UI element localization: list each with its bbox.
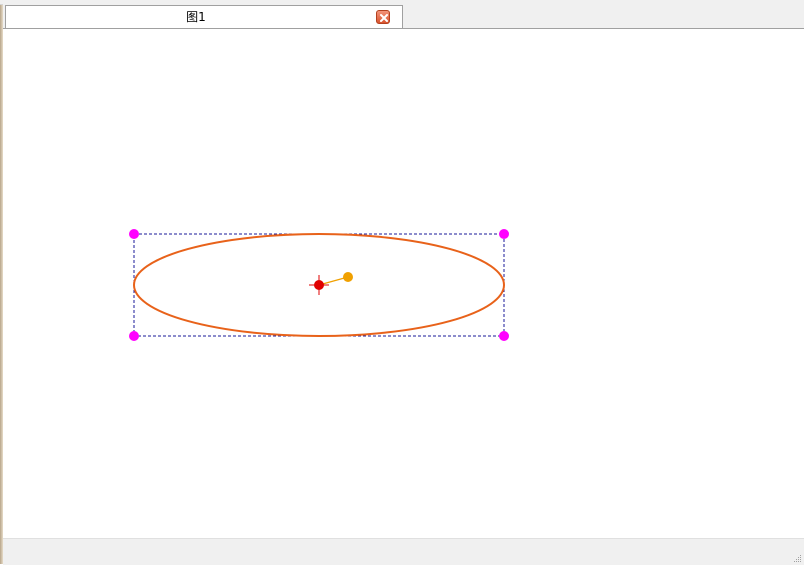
corner-handle-top-left[interactable]: [129, 229, 139, 239]
tab-title: 图1: [186, 10, 206, 24]
rotate-handle[interactable]: [343, 272, 353, 282]
close-icon[interactable]: [376, 10, 390, 24]
canvas-svg: [129, 229, 509, 341]
drawing-canvas[interactable]: [3, 29, 804, 538]
corner-handle-top-right[interactable]: [499, 229, 509, 239]
tab-strip: 图1: [3, 4, 804, 29]
corner-handle-bottom-right[interactable]: [499, 331, 509, 341]
tab-figure-1[interactable]: 图1: [5, 5, 403, 28]
status-bar: [3, 538, 804, 565]
resize-grip-icon[interactable]: [792, 553, 802, 563]
center-handle[interactable]: [309, 275, 329, 295]
drawing-window: 图1: [0, 0, 804, 565]
corner-handle-bottom-left[interactable]: [129, 331, 139, 341]
